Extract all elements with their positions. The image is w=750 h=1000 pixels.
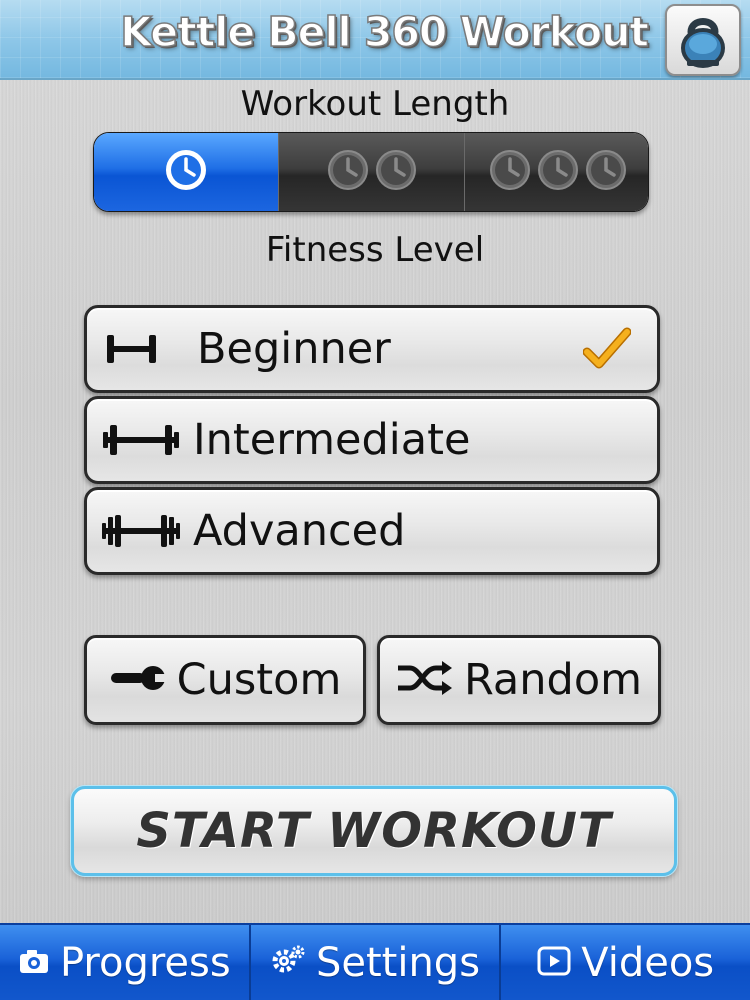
clock-icon (373, 147, 419, 197)
start-workout-label: START WORKOUT (136, 803, 612, 859)
fitness-advanced-button[interactable]: Advanced (84, 487, 660, 575)
tab-videos-label: Videos (581, 939, 715, 986)
fitness-beginner-button[interactable]: Beginner (84, 305, 660, 393)
clock-icon (535, 147, 581, 197)
length-option-1[interactable] (94, 133, 278, 211)
dumbbell-small-icon (101, 329, 191, 369)
fitness-intermediate-label: Intermediate (193, 415, 471, 465)
custom-button[interactable]: Custom (84, 635, 366, 725)
clock-icon (163, 147, 209, 197)
app-header: Kettle Bell 360 Workout (0, 0, 750, 80)
dumbbell-medium-icon (101, 420, 191, 460)
length-option-3[interactable] (464, 133, 648, 211)
shuffle-icon (396, 660, 454, 700)
workout-length-selector[interactable] (93, 132, 649, 212)
bottom-tab-bar: Progress Settings Videos (0, 923, 750, 1000)
play-icon (537, 946, 571, 980)
dumbbell-large-icon (101, 511, 191, 551)
app-title: Kettle Bell 360 Workout (119, 7, 649, 57)
checkmark-icon (582, 326, 632, 378)
kettlebell-icon (665, 4, 741, 76)
fitness-advanced-label: Advanced (193, 506, 406, 556)
start-workout-button[interactable]: START WORKOUT (71, 786, 677, 876)
fitness-intermediate-button[interactable]: Intermediate (84, 396, 660, 484)
custom-label: Custom (176, 655, 342, 705)
camera-icon (18, 947, 50, 979)
tab-progress-label: Progress (59, 939, 231, 986)
wrench-icon (109, 662, 169, 698)
tab-settings[interactable]: Settings (248, 925, 500, 1000)
fitness-beginner-label: Beginner (197, 324, 391, 374)
clock-icon (583, 147, 629, 197)
random-label: Random (463, 655, 643, 705)
clock-icon (325, 147, 371, 197)
length-option-2[interactable] (278, 133, 464, 211)
workout-length-title: Workout Length (240, 84, 510, 124)
tab-progress[interactable]: Progress (0, 925, 249, 1000)
fitness-level-title: Fitness Level (265, 230, 485, 270)
tab-settings-label: Settings (315, 939, 481, 986)
random-button[interactable]: Random (377, 635, 661, 725)
clock-icon (487, 147, 533, 197)
gear-icon (270, 943, 306, 983)
tab-videos[interactable]: Videos (499, 925, 750, 1000)
